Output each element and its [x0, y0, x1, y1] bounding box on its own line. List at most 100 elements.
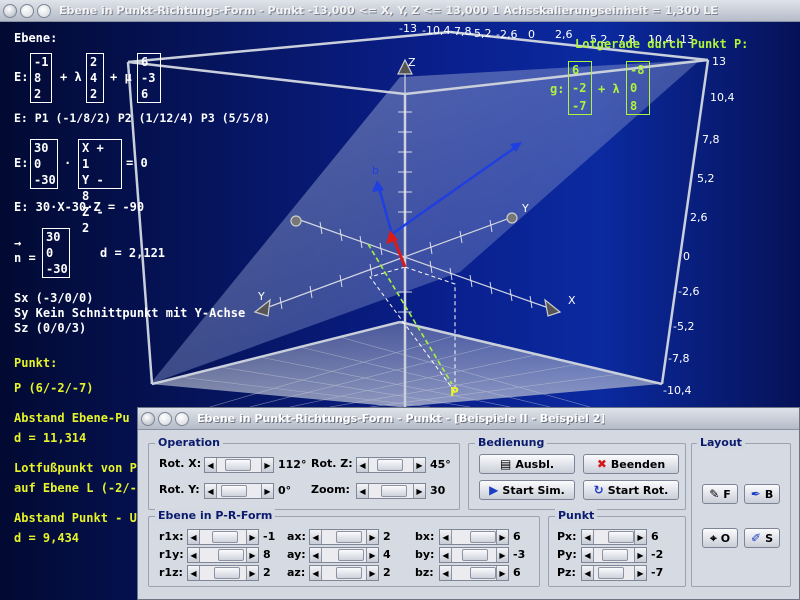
pz-right-arrow-icon[interactable]: ▶	[634, 566, 646, 580]
r1z-left-arrow-icon[interactable]: ◀	[188, 566, 200, 580]
zoom-thumb[interactable]	[381, 485, 407, 497]
start-rot-button[interactable]: ↻ Start Rot.	[583, 480, 679, 500]
ax-right-arrow-icon[interactable]: ▶	[366, 530, 378, 544]
tick-right-5: 0	[683, 250, 690, 263]
r1x-slider[interactable]: ◀ ▶	[187, 529, 259, 545]
bx-slider[interactable]: ◀ ▶	[439, 529, 509, 545]
rot-x-label: Rot. X:	[159, 457, 202, 470]
ax-value: 2	[383, 530, 391, 543]
lotfuss-label: Lotfußpunkt von P	[14, 461, 137, 475]
abstand-punkt-label: Abstand Punkt - U	[14, 511, 137, 525]
r1y-left-arrow-icon[interactable]: ◀	[188, 548, 200, 562]
rot-z-label: Rot. Z:	[311, 457, 353, 470]
zoom-slider[interactable]: ◀ ▶	[356, 483, 426, 499]
py-slider[interactable]: ◀ ▶	[581, 547, 647, 563]
rot-x-left-arrow-icon[interactable]: ◀	[205, 458, 217, 472]
pz-slider[interactable]: ◀ ▶	[581, 565, 647, 581]
zoom-left-arrow-icon[interactable]: ◀	[357, 484, 369, 498]
ay-left-arrow-icon[interactable]: ◀	[310, 548, 322, 562]
bz-left-arrow-icon[interactable]: ◀	[440, 566, 452, 580]
window-menu-button[interactable]	[3, 3, 17, 18]
bz-slider[interactable]: ◀ ▶	[439, 565, 509, 581]
r1z-right-arrow-icon[interactable]: ▶	[246, 566, 258, 580]
r1x-right-arrow-icon[interactable]: ▶	[246, 530, 258, 544]
pz-value: -7	[651, 566, 664, 579]
rot-x-thumb[interactable]	[225, 459, 251, 471]
az-right-arrow-icon[interactable]: ▶	[366, 566, 378, 580]
dialog-minimize-button[interactable]	[158, 411, 172, 426]
ax-slider[interactable]: ◀ ▶	[309, 529, 379, 545]
r1z-slider[interactable]: ◀ ▶	[187, 565, 259, 581]
dialog-title: Ebene in Punkt-Richtungs-Form - Punkt - …	[197, 412, 606, 425]
rot-z-right-arrow-icon[interactable]: ▶	[413, 458, 425, 472]
ausbl-button[interactable]: ▤ Ausbl.	[479, 454, 575, 474]
ay-value: 4	[383, 548, 391, 561]
r1y-right-arrow-icon[interactable]: ▶	[246, 548, 258, 562]
pz-left-arrow-icon[interactable]: ◀	[582, 566, 594, 580]
intercept-sx: Sx (-3/0/0)	[14, 291, 94, 305]
dialog-maximize-button[interactable]	[175, 411, 189, 426]
layout-group: Layout ✎ F ✒ B ⌖ O ✐ S	[691, 436, 791, 587]
rot-z-slider[interactable]: ◀ ▶	[356, 457, 426, 473]
r1y-slider[interactable]: ◀ ▶	[187, 547, 259, 563]
g-vector-1: 6 -2 -7	[568, 61, 592, 115]
beenden-button[interactable]: ✖ Beenden	[583, 454, 679, 474]
start-sim-button[interactable]: ▶ Start Sim.	[479, 480, 575, 500]
rot-y-label: Rot. Y:	[159, 483, 200, 496]
layout-f-button[interactable]: ✎ F	[702, 484, 738, 504]
bx-left-arrow-icon[interactable]: ◀	[440, 530, 452, 544]
r1y-label: r1y:	[159, 548, 184, 561]
rot-y-thumb[interactable]	[221, 485, 247, 497]
py-label: Py:	[557, 548, 577, 561]
rot-y-slider[interactable]: ◀ ▶	[204, 483, 274, 499]
crosshair-icon: ⌖	[709, 530, 717, 545]
axis-label-z: Z	[408, 56, 416, 69]
normal-form-prefix: E:	[14, 156, 29, 170]
play-icon: ▶	[489, 483, 499, 497]
rot-y-left-arrow-icon[interactable]: ◀	[205, 484, 217, 498]
r1x-left-arrow-icon[interactable]: ◀	[188, 530, 200, 544]
rot-x-slider[interactable]: ◀ ▶	[204, 457, 274, 473]
ay-slider[interactable]: ◀ ▶	[309, 547, 379, 563]
bx-right-arrow-icon[interactable]: ▶	[496, 530, 508, 544]
ax-left-arrow-icon[interactable]: ◀	[310, 530, 322, 544]
layout-o-button[interactable]: ⌖ O	[702, 528, 738, 548]
g-vector-2: -8 0 8	[626, 61, 650, 115]
py-right-arrow-icon[interactable]: ▶	[634, 548, 646, 562]
bz-right-arrow-icon[interactable]: ▶	[496, 566, 508, 580]
g-label: g:	[550, 82, 565, 96]
by-right-arrow-icon[interactable]: ▶	[496, 548, 508, 562]
ebene-group-title: Ebene in P-R-Form	[155, 509, 276, 522]
rot-y-right-arrow-icon[interactable]: ▶	[261, 484, 273, 498]
bx-value: 6	[513, 530, 521, 543]
by-slider[interactable]: ◀ ▶	[439, 547, 509, 563]
px-right-arrow-icon[interactable]: ▶	[634, 530, 646, 544]
bz-value: 6	[513, 566, 521, 579]
bedienung-group: Bedienung ▤ Ausbl. ✖ Beenden ▶ Start Sim…	[468, 436, 686, 510]
tick-right-8: -7,8	[668, 352, 690, 365]
layout-b-button[interactable]: ✒ B	[744, 484, 780, 504]
az-label: az:	[287, 566, 306, 579]
ay-right-arrow-icon[interactable]: ▶	[366, 548, 378, 562]
px-slider[interactable]: ◀ ▶	[581, 529, 647, 545]
rot-x-right-arrow-icon[interactable]: ▶	[261, 458, 273, 472]
zoom-right-arrow-icon[interactable]: ▶	[413, 484, 425, 498]
window-minimize-button[interactable]	[20, 3, 34, 18]
window-maximize-button[interactable]	[37, 3, 51, 18]
rot-z-thumb[interactable]	[377, 459, 403, 471]
az-slider[interactable]: ◀ ▶	[309, 565, 379, 581]
px-left-arrow-icon[interactable]: ◀	[582, 530, 594, 544]
py-left-arrow-icon[interactable]: ◀	[582, 548, 594, 562]
az-left-arrow-icon[interactable]: ◀	[310, 566, 322, 580]
ebene-heading: Ebene:	[14, 31, 58, 45]
points-line: E: P1 (-1/8/2) P2 (1/12/4) P3 (5/5/8)	[14, 111, 271, 125]
rot-z-left-arrow-icon[interactable]: ◀	[357, 458, 369, 472]
by-left-arrow-icon[interactable]: ◀	[440, 548, 452, 562]
rot-z-value: 45°	[430, 458, 451, 471]
layout-s-button[interactable]: ✐ S	[744, 528, 780, 548]
dialog-menu-button[interactable]	[141, 411, 155, 426]
dialog-title-bar[interactable]: Ebene in Punkt-Richtungs-Form - Punkt - …	[138, 408, 799, 430]
normal-label: n =	[14, 251, 36, 265]
tick-top-5: 0	[528, 28, 535, 41]
operation-group: Operation Rot. X: ◀ ▶ 112° Rot. Y: ◀ ▶ 0…	[148, 436, 460, 510]
